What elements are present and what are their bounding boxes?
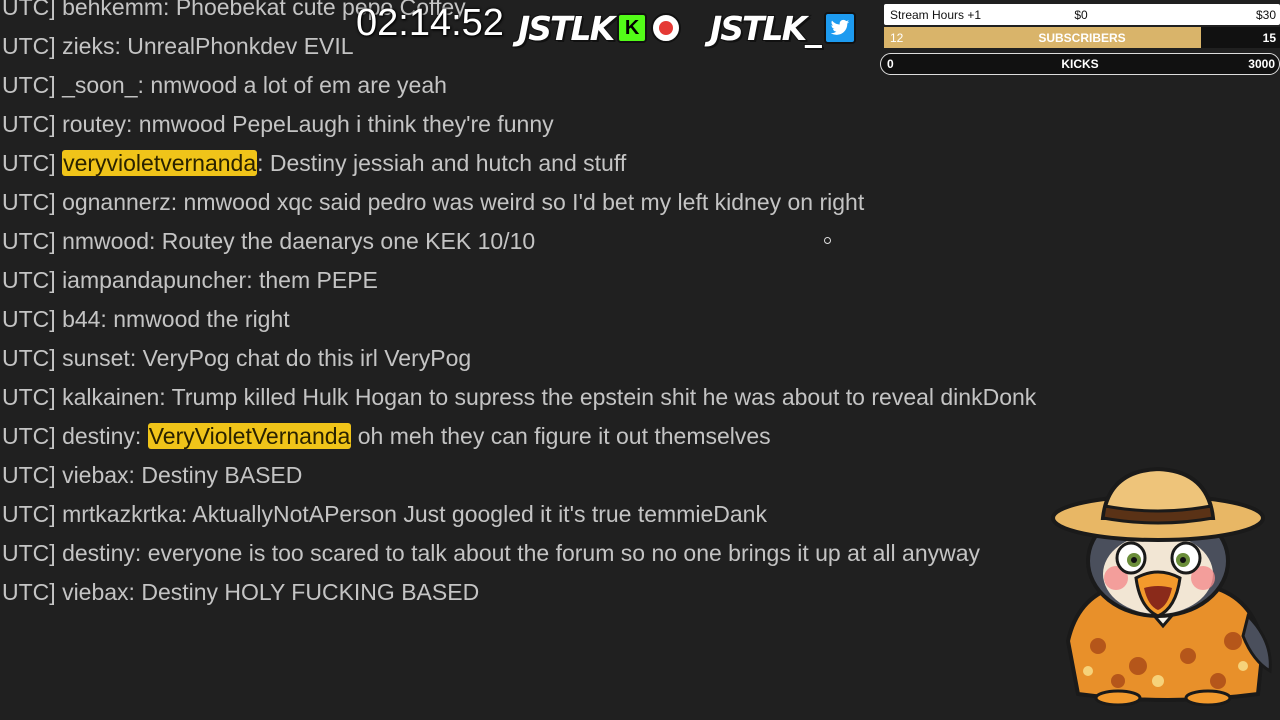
timestamp-suffix: UTC]	[2, 150, 63, 176]
timestamp-suffix: UTC]	[2, 0, 63, 20]
chat-username[interactable]: _soon_:	[62, 72, 144, 98]
chat-message-text: AktuallyNotAPerson Just googled it it's …	[192, 501, 767, 527]
chat-message-text: UnrealPhonkdev EVIL	[127, 33, 354, 59]
subscribers-target: 15	[1262, 30, 1276, 45]
kicks-target: 3000	[1248, 57, 1275, 71]
chat-username[interactable]: nmwood:	[62, 228, 155, 254]
kick-brand-text: JSTLK	[517, 8, 616, 49]
chat-username[interactable]: destiny:	[62, 423, 141, 449]
subscribers-label: SUBSCRIBERS	[1038, 30, 1126, 45]
timestamp-suffix: UTC]	[2, 540, 63, 566]
timestamp-suffix: UTC]	[2, 501, 63, 527]
chat-username[interactable]: viebax:	[62, 462, 135, 488]
timestamp-suffix: UTC]	[2, 267, 63, 293]
stream-hours-target: $30	[1255, 7, 1276, 22]
twitter-brand-text: JSTLK_	[709, 8, 823, 49]
chat-message-text: Routey the daenarys one KEK 10/10	[161, 228, 536, 254]
chat-message: UTC] zieks: UnrealPhonkdev EVIL	[2, 32, 354, 60]
chat-message-text: nmwood PepeLaugh i think they're funny	[138, 111, 554, 137]
chat-message-text: nmwood the right	[113, 306, 290, 332]
chat-username[interactable]: mrtkazkrtka:	[62, 501, 187, 527]
stream-hours-current: $0	[1074, 7, 1088, 22]
chat-message-text: Trump killed Hulk Hogan to supress the e…	[171, 384, 1037, 410]
timestamp-suffix: UTC]	[2, 111, 63, 137]
chat-username[interactable]: kalkainen:	[62, 384, 166, 410]
chat-username[interactable]: destiny:	[62, 540, 141, 566]
timestamp-suffix: UTC]	[2, 345, 63, 371]
chat-message-text: them PEPE	[258, 267, 378, 293]
timestamp-suffix: UTC]	[2, 423, 63, 449]
chat-message-text: : Destiny jessiah and hutch and stuff	[257, 150, 627, 176]
chat-message: UTC] nmwood: Routey the daenarys one KEK…	[2, 227, 535, 255]
chat-message: UTC] routey: nmwood PepeLaugh i think th…	[2, 110, 554, 138]
chat-username[interactable]: iampandapuncher:	[62, 267, 253, 293]
chat-message: UTC] sunset: VeryPog chat do this irl Ve…	[2, 344, 471, 372]
kicks-current: 0	[887, 57, 894, 71]
stream-timer: 02:14:52	[356, 2, 504, 44]
chat-message-text: VeryPog chat do this irl VeryPog	[142, 345, 472, 371]
chat-username[interactable]: zieks:	[62, 33, 121, 59]
record-icon	[651, 13, 682, 43]
chat-username[interactable]: ognannerz:	[62, 189, 177, 215]
kick-brand: JSTLK K	[517, 8, 682, 49]
chat-username[interactable]: veryvioletvernanda	[62, 150, 258, 176]
chat-message-text: everyone is too scared to talk about the…	[147, 540, 981, 566]
penguin-mascot-icon	[1051, 466, 1272, 706]
chat-username[interactable]: routey:	[62, 111, 132, 137]
chat-message: UTC] viebax: Destiny BASED	[2, 461, 302, 489]
timestamp-suffix: UTC]	[2, 462, 63, 488]
chat-message: UTC] ognannerz: nmwood xqc said pedro wa…	[2, 188, 864, 216]
chat-mention[interactable]: VeryVioletVernanda	[147, 423, 352, 449]
chat-message: UTC] _soon_: nmwood a lot of em are yeah	[2, 71, 447, 99]
kick-logo-icon: K	[617, 13, 648, 43]
chat-message-text: Destiny BASED	[141, 462, 303, 488]
stream-hours-goal: Stream Hours +1 $0 $30	[884, 4, 1280, 25]
chat-message: UTC] destiny: everyone is too scared to …	[2, 539, 980, 567]
chat-message: UTC] iampandapuncher: them PEPE	[2, 266, 378, 294]
timestamp-suffix: UTC]	[2, 228, 63, 254]
chat-message: UTC] destiny: VeryVioletVernanda oh meh …	[2, 422, 771, 450]
timestamp-suffix: UTC]	[2, 579, 63, 605]
timestamp-suffix: UTC]	[2, 384, 63, 410]
kicks-goal: 0 KICKS 3000	[880, 53, 1280, 75]
subscribers-current: 12	[890, 30, 904, 45]
chat-message: UTC] mrtkazkrtka: AktuallyNotAPerson Jus…	[2, 500, 767, 528]
chat-message: UTC] veryvioletvernanda: Destiny jessiah…	[2, 149, 626, 177]
chat-message-text: oh meh they can figure it out themselves	[357, 423, 771, 449]
chat-message: UTC] b44: nmwood the right	[2, 305, 290, 333]
chat-username[interactable]: sunset:	[62, 345, 136, 371]
chat-message: UTC] kalkainen: Trump killed Hulk Hogan …	[2, 383, 1036, 411]
timestamp-suffix: UTC]	[2, 306, 63, 332]
kicks-label: KICKS	[1061, 57, 1099, 71]
twitter-bird-icon	[823, 12, 856, 44]
chat-username[interactable]: b44:	[62, 306, 107, 332]
chat-message-text: nmwood a lot of em are yeah	[150, 72, 447, 98]
cursor-icon	[824, 237, 831, 244]
stream-hours-label: Stream Hours +1	[890, 7, 982, 22]
chat-message: UTC] viebax: Destiny HOLY FUCKING BASED	[2, 578, 479, 606]
timestamp-suffix: UTC]	[2, 189, 63, 215]
timestamp-suffix: UTC]	[2, 72, 63, 98]
chat-message-text: Destiny HOLY FUCKING BASED	[141, 579, 480, 605]
twitter-brand: JSTLK_	[709, 8, 856, 49]
subscribers-goal: 12 SUBSCRIBERS 15	[884, 27, 1280, 48]
chat-username[interactable]: viebax:	[62, 579, 135, 605]
timestamp-suffix: UTC]	[2, 33, 63, 59]
chat-username[interactable]: behkemm:	[62, 0, 169, 20]
chat-message-text: nmwood xqc said pedro was weird so I'd b…	[183, 189, 865, 215]
